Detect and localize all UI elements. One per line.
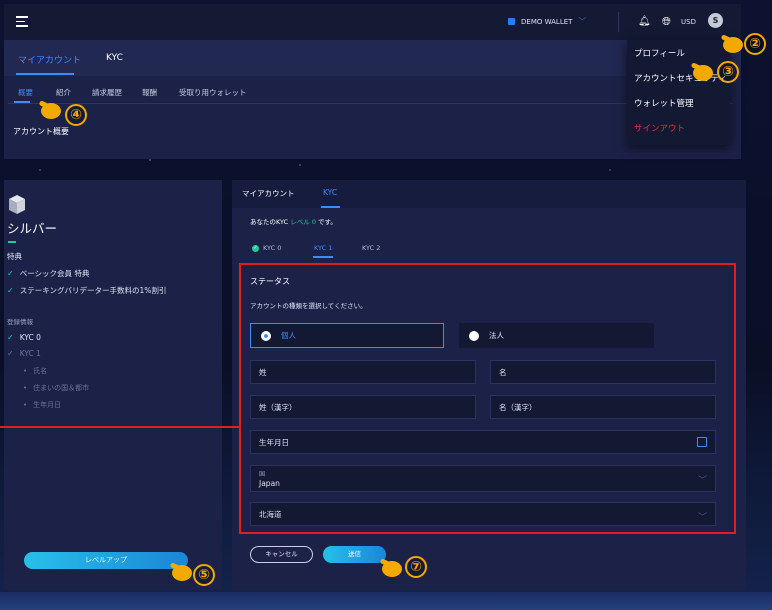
divider [8,103,733,104]
perks-title: 特典 [7,252,22,261]
hamburger-menu-icon[interactable] [16,16,28,27]
level-up-button[interactable]: レベルアップ [24,552,188,569]
check-icon: ✓ [7,349,14,358]
tab-kyc[interactable]: KYC [106,53,123,63]
subtab-overview[interactable]: 概要 [18,87,33,98]
subtab-rewards[interactable]: 報酬 [142,87,157,98]
radio-selected-icon [261,330,271,341]
first-name-field[interactable]: 名 [490,360,716,384]
annotation-marker: ⑤ [193,564,215,586]
wallet-icon [508,18,515,25]
avatar[interactable]: S [708,13,723,28]
check-icon: ✓ [7,286,14,295]
calendar-icon[interactable] [697,437,707,447]
active-tab-underline [321,206,340,208]
annotation-marker: ③ [717,61,739,83]
chevron-down-icon: ﹀ [578,17,587,26]
menu-item-sign-out[interactable]: サインアウト [634,122,685,134]
annotation-line [0,426,240,428]
top-bar: DEMO WALLET ﹀ 🔔︎ 🌐︎ USD S [4,4,741,40]
footer-glow [0,592,772,610]
kyc-tab-underline [313,256,333,258]
tab-kyc[interactable]: KYC [323,188,337,197]
kyc1-requirement: 氏名 [23,366,47,376]
pointing-hand-icon [39,100,61,119]
wallet-selector[interactable]: DEMO WALLET ﹀ [508,16,586,27]
check-icon: ✓ [7,269,14,278]
level-name: シルバー [7,221,58,236]
kyc1-requirement: 住まいの国＆都市 [23,383,89,393]
accent-dash [8,241,16,243]
last-name-field[interactable]: 姓 [250,360,476,384]
registration-title: 登録情報 [7,318,33,326]
kyc1-item: ✓ KYC 1 [7,349,41,358]
pointing-hand-icon [170,562,192,581]
chevron-down-icon: ﹀ [697,513,707,523]
pointing-hand-icon [691,62,713,81]
globe-icon[interactable]: 🌐︎ [662,15,671,29]
kyc-tab-1[interactable]: KYC 1 [314,244,332,252]
check-icon: ✓ [252,244,259,252]
subtab-referral[interactable]: 紹介 [56,87,71,98]
radio-corporate[interactable]: 法人 [459,323,654,348]
status-title: ステータス [250,277,290,286]
kyc-panel-tabs: マイアカウント KYC [232,180,746,208]
divider [618,12,619,32]
kyc1-requirement: 生年月日 [23,400,61,410]
bell-icon[interactable]: 🔔︎ [638,16,651,27]
pointing-hand-icon [380,558,402,577]
chevron-down-icon: ﹀ [697,476,707,486]
overview-title: アカウント概要 [13,127,69,136]
kyc0-item: ✓ KYC 0 [7,333,41,342]
active-tab-underline [16,73,74,75]
perk-item: ✓ ステーキングバリデーター手数料の1%割引 [7,286,167,295]
submit-button[interactable]: 送信 [323,546,386,563]
annotation-marker: ④ [65,104,87,126]
subtab-receiving-wallet[interactable]: 受取り用ウォレット [179,87,247,98]
kyc-tab-0[interactable]: ✓ KYC 0 [252,244,281,252]
perk-item: ✓ ベーシック会員 特典 [7,269,90,278]
region-select[interactable]: 北海道 ﹀ [250,502,716,526]
tab-my-account[interactable]: マイアカウント [18,53,81,66]
tab-my-account[interactable]: マイアカウント [242,188,295,199]
pointing-hand-icon [721,34,743,53]
country-select[interactable]: 国 Japan ﹀ [250,465,716,492]
menu-item-profile[interactable]: プロフィール [634,47,685,59]
currency-selector[interactable]: USD [681,18,696,26]
silver-cube-icon [9,195,25,214]
kyc-tab-2[interactable]: KYC 2 [362,244,380,252]
annotation-marker: ⑦ [405,556,427,578]
check-icon: ✓ [7,333,14,342]
wallet-label: DEMO WALLET [521,17,573,26]
account-type-label: アカウントの種類を選択してください。 [250,302,367,310]
radio-individual[interactable]: 個人 [250,323,444,348]
radio-unselected-icon [469,330,479,341]
birthday-field[interactable]: 生年月日 [250,430,716,454]
last-name-kanji-field[interactable]: 姓（漢字） [250,395,476,419]
menu-item-wallet-management[interactable]: ウォレット管理 [634,97,694,109]
subtab-billing[interactable]: 請求履歴 [92,87,122,98]
kyc-level-info: あなたのKYC レベル 0 です。 [250,218,337,226]
annotation-marker: ② [744,33,766,55]
first-name-kanji-field[interactable]: 名（漢字） [490,395,716,419]
profile-dropdown: プロフィール アカウントセキュリティ ウォレット管理 サインアウト [627,40,730,145]
cancel-button[interactable]: キャンセル [250,546,313,563]
